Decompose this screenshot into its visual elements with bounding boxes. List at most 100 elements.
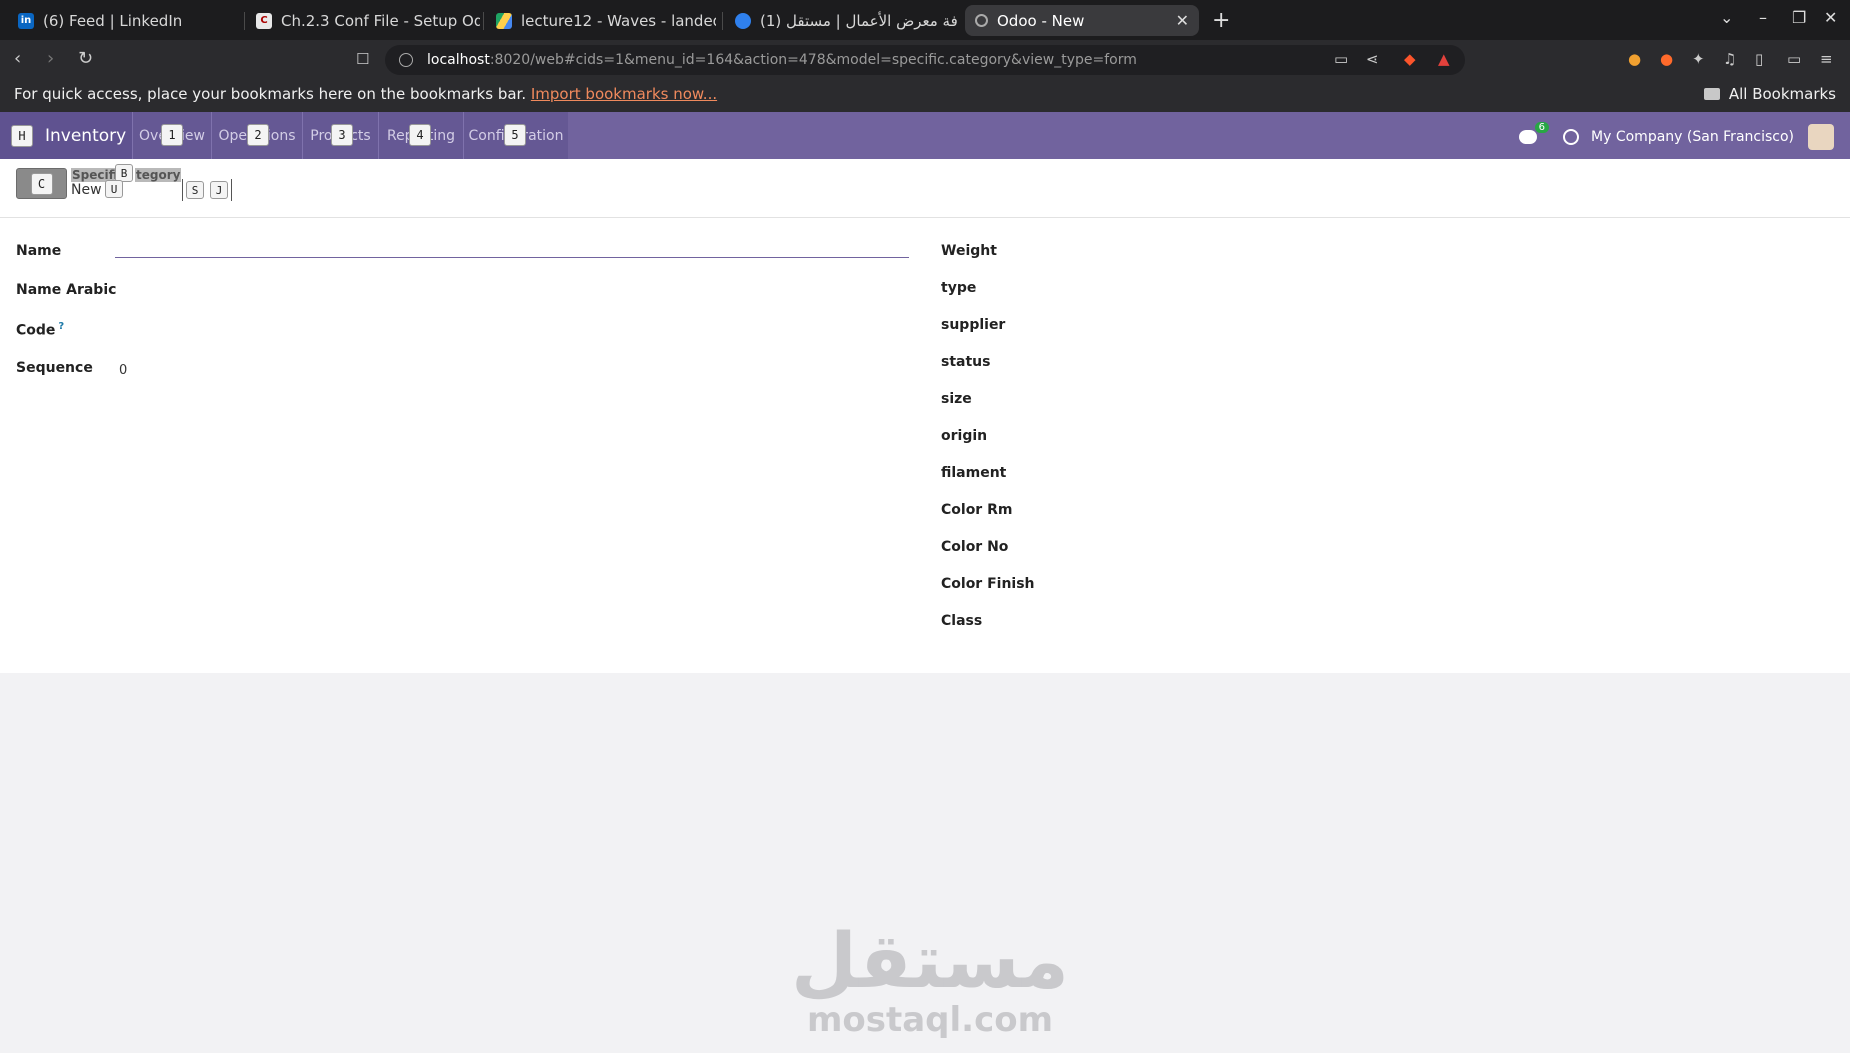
origin-label: origin xyxy=(941,428,988,444)
app-name[interactable]: Inventory xyxy=(45,126,126,146)
tab-lecture12[interactable]: lecture12 - Waves - landed co xyxy=(486,5,716,36)
new-tab-button[interactable]: + xyxy=(1212,8,1230,33)
name-label: Name xyxy=(16,243,62,259)
color-no-label: Color No xyxy=(941,539,1009,555)
tab-title: (1) إضافة معرض الأعمال | مستقل xyxy=(760,11,957,30)
maximize-icon[interactable]: ❐ xyxy=(1792,8,1806,27)
hotkey-hint: 1 xyxy=(161,124,183,146)
hotkey-hint: 5 xyxy=(504,124,526,146)
discard-button[interactable]: J xyxy=(210,181,228,199)
hotkey-hint: C xyxy=(30,172,53,195)
menu-icon[interactable]: ≡ xyxy=(1820,50,1833,68)
watermark-arabic: مستقل xyxy=(791,916,1069,1005)
save-discard-group: S J xyxy=(182,179,232,201)
import-bookmarks-link[interactable]: Import bookmarks now... xyxy=(531,85,717,103)
tab-title: (6) Feed | LinkedIn xyxy=(43,11,183,30)
activity-icon[interactable] xyxy=(1563,129,1580,145)
sequence-field[interactable]: 0 xyxy=(119,363,127,378)
fire-extension-icon[interactable]: ● xyxy=(1660,50,1673,68)
bookmarks-hint-text: For quick access, place your bookmarks h… xyxy=(14,85,527,103)
url-field[interactable]: localhost:8020/web#cids=1&menu_id=164&ac… xyxy=(385,45,1465,75)
bookmarks-hint: For quick access, place your bookmarks h… xyxy=(14,85,717,103)
puzzle-icon[interactable]: ✦ xyxy=(1692,50,1705,68)
name-field[interactable] xyxy=(115,232,909,258)
menu-configuration[interactable]: Configuration 5 xyxy=(463,112,568,159)
tab-divider xyxy=(483,12,484,30)
tab-mostaql[interactable]: (1) إضافة معرض الأعمال | مستقل xyxy=(725,5,957,36)
code-label-text: Code xyxy=(16,322,56,339)
bookmark-icon[interactable]: ☐ xyxy=(356,50,369,68)
address-bar-row: ‹ › ↻ ☐ localhost:8020/web#cids=1&menu_i… xyxy=(0,40,1850,80)
brave-shield-icon[interactable]: ◆ xyxy=(1404,50,1416,68)
menu-operations[interactable]: Operations 2 xyxy=(211,112,302,159)
name-arabic-label: Name Arabic xyxy=(16,282,117,298)
odoo-navbar: H Inventory Overview 1 Operations 2 Prod… xyxy=(0,112,1850,159)
minimize-icon[interactable]: – xyxy=(1759,8,1767,27)
status-label: status xyxy=(941,354,991,370)
hotkey-hint: H xyxy=(11,124,33,147)
color-finish-label: Color Finish xyxy=(941,576,1035,592)
breadcrumb-parent-suffix[interactable]: tegory xyxy=(135,168,182,182)
code-label: Code? xyxy=(16,321,64,339)
company-switcher[interactable]: My Company (San Francisco) xyxy=(1591,129,1794,145)
home-menu-button[interactable]: H Inventory xyxy=(0,112,132,159)
chat-icon[interactable]: 6 xyxy=(1519,122,1550,144)
menu-overview[interactable]: Overview 1 xyxy=(132,112,211,159)
weight-label: Weight xyxy=(941,243,997,259)
avatar[interactable] xyxy=(1808,124,1834,150)
brave-rewards-icon[interactable]: ▲ xyxy=(1438,50,1450,68)
create-button[interactable]: C xyxy=(16,168,67,199)
systray: 6 My Company (San Francisco) xyxy=(1519,122,1834,150)
tab-search-icon[interactable]: ⌄ xyxy=(1720,8,1733,27)
tab-title: lecture12 - Waves - landed co xyxy=(521,11,716,30)
mostaql-watermark: مستقل mostaql.com xyxy=(790,916,1070,1040)
reload-icon[interactable]: ↻ xyxy=(78,48,93,69)
color-rm-label: Color Rm xyxy=(941,502,1013,518)
size-label: size xyxy=(941,391,972,407)
course-icon: C xyxy=(256,12,272,29)
back-icon[interactable]: ‹ xyxy=(14,48,21,69)
tab-title: Ch.2.3 Conf File - Setup Odoo xyxy=(281,11,480,30)
tab-divider xyxy=(722,12,723,30)
url-host: localhost xyxy=(427,52,490,68)
close-tab-icon[interactable]: ✕ xyxy=(1176,11,1189,30)
control-panel: C Specifi B tegory New U S J xyxy=(0,159,1850,218)
type-label: type xyxy=(941,280,977,296)
share-icon[interactable]: ⋖ xyxy=(1366,50,1379,68)
browser-tab-bar: in (6) Feed | LinkedIn C Ch.2.3 Conf Fil… xyxy=(0,0,1850,40)
site-info-icon[interactable] xyxy=(399,53,413,67)
hotkey-hint: U xyxy=(105,180,123,198)
wallet-icon[interactable]: ▭ xyxy=(1787,50,1801,68)
mostaql-icon xyxy=(735,12,751,29)
all-bookmarks-button[interactable]: All Bookmarks xyxy=(1703,85,1836,103)
folder-icon xyxy=(1703,88,1720,100)
help-icon[interactable]: ? xyxy=(58,321,64,332)
all-bookmarks-label: All Bookmarks xyxy=(1728,85,1836,103)
sidebar-icon[interactable]: ▯ xyxy=(1755,50,1763,68)
tab-divider xyxy=(244,12,245,30)
breadcrumb-current: New xyxy=(71,182,102,198)
tab-title: Odoo - New xyxy=(997,11,1085,30)
hotkey-hint: 4 xyxy=(409,124,431,146)
filament-label: filament xyxy=(941,465,1007,481)
watermark-latin: mostaql.com xyxy=(806,1000,1054,1040)
close-window-icon[interactable]: ✕ xyxy=(1824,8,1837,27)
menu-products[interactable]: Products 3 xyxy=(302,112,378,159)
url-path: :8020/web#cids=1&menu_id=164&action=478&… xyxy=(489,52,1137,68)
sequence-label: Sequence xyxy=(16,360,93,376)
hotkey-hint: 2 xyxy=(247,124,269,146)
form-sheet: Name Name Arabic Code? Sequence 0 Weight… xyxy=(0,218,1850,673)
chat-badge: 6 xyxy=(1534,122,1550,133)
cast-icon[interactable]: ▭ xyxy=(1334,50,1348,68)
menu-reporting[interactable]: Reporting 4 xyxy=(378,112,463,159)
tab-odoo-new[interactable]: Odoo - New ✕ xyxy=(965,5,1199,36)
extension-icon[interactable]: ● xyxy=(1628,50,1641,68)
save-button[interactable]: S xyxy=(186,181,204,199)
odoo-icon xyxy=(975,14,988,27)
tab-conf-file[interactable]: C Ch.2.3 Conf File - Setup Odoo xyxy=(246,5,480,36)
tab-linkedin[interactable]: in (6) Feed | LinkedIn xyxy=(8,5,236,36)
forward-icon[interactable]: › xyxy=(47,48,54,69)
media-icon[interactable]: ♫ xyxy=(1723,50,1736,68)
linkedin-icon: in xyxy=(18,12,34,29)
supplier-label: supplier xyxy=(941,317,1006,333)
